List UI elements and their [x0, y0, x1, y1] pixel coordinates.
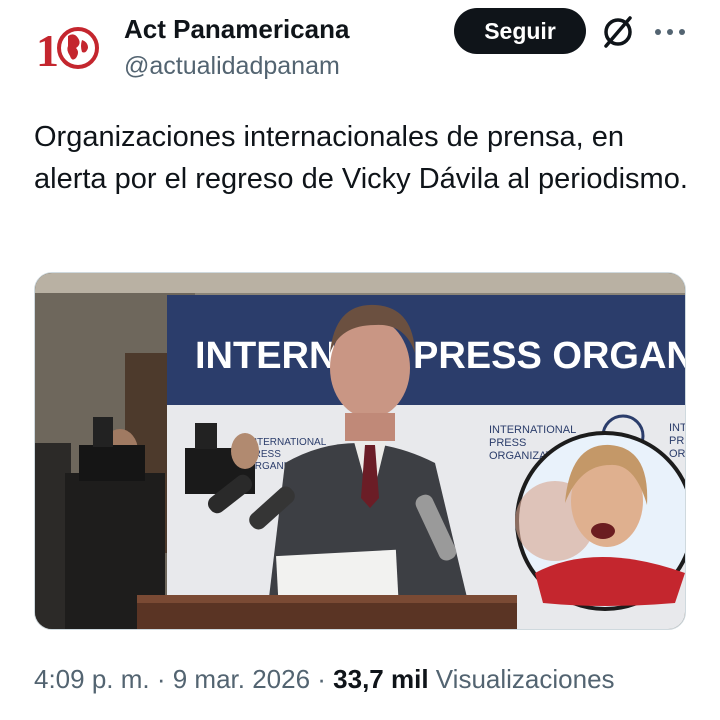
author-name[interactable]: Act Panamericana — [124, 14, 349, 45]
views-label: Visualizaciones — [435, 664, 615, 694]
press-conference-photo: INTERNATI PRESS ORGANIZAT INTERNATIONAL … — [35, 273, 686, 629]
svg-text:INTERNATIONAL: INTERNATIONAL — [247, 437, 327, 448]
tweet-header: 10 Act Panamericana @actualidadpanam Seg… — [0, 0, 720, 100]
svg-text:PRI: PRI — [669, 435, 686, 447]
grok-icon[interactable] — [600, 14, 636, 50]
views-count: 33,7 mil — [333, 664, 429, 694]
tweet-time[interactable]: 4:09 p. m. — [34, 664, 150, 694]
author-handle[interactable]: @actualidadpanam — [124, 52, 340, 81]
svg-text:INT: INT — [669, 422, 686, 434]
more-icon[interactable] — [652, 18, 688, 46]
avatar[interactable]: 10 — [34, 14, 106, 86]
tweet-media-image[interactable]: INTERNATI PRESS ORGANIZAT INTERNATIONAL … — [34, 272, 686, 630]
meta-separator-2: · — [310, 664, 334, 694]
tweet-text: Organizaciones internacionales de prensa… — [34, 121, 688, 195]
tweet-date[interactable]: 9 mar. 2026 — [173, 664, 310, 694]
svg-text:PRESS: PRESS — [489, 437, 526, 449]
svg-text:INTERNATIONAL: INTERNATIONAL — [489, 424, 576, 436]
banner-right-text: PRESS ORGANIZAT — [413, 335, 686, 377]
meta-separator: · — [149, 664, 173, 694]
follow-button[interactable]: Seguir — [454, 8, 586, 54]
svg-text:OR: OR — [669, 448, 686, 460]
tweet-metadata: 4:09 p. m. · 9 mar. 2026 · 33,7 mil Visu… — [34, 664, 615, 695]
